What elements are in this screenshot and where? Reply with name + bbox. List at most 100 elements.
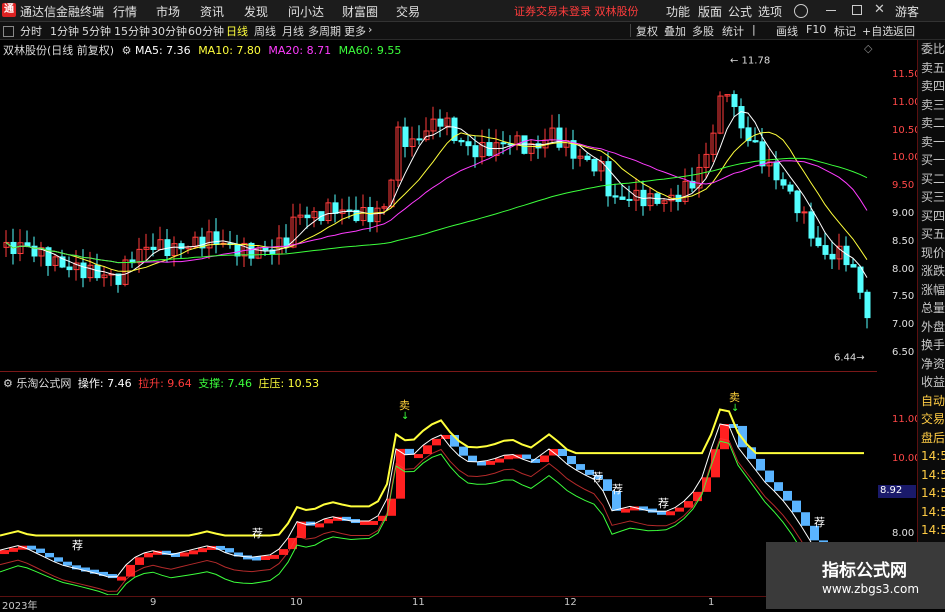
price-tick: 8.00	[892, 263, 915, 275]
side-panel-item[interactable]: 外盘	[918, 318, 945, 337]
indicator-step-block	[432, 438, 441, 446]
candle-body	[521, 135, 528, 154]
side-panel-item[interactable]: 买二	[918, 170, 945, 189]
action-diejia[interactable]: 叠加	[664, 23, 686, 39]
menu-hangqing[interactable]: 行情	[113, 3, 137, 20]
indicator-step-block	[558, 448, 567, 456]
candle-body	[808, 211, 815, 239]
side-panel-item[interactable]: 14:56	[918, 466, 945, 485]
indicator-chart[interactable]: 卖↓卖↓荐荐荐荐荐荐	[0, 389, 877, 595]
period-more[interactable]: 更多	[344, 23, 366, 39]
indicator-step-block	[126, 564, 135, 577]
menu-gongshi[interactable]: 公式	[728, 3, 752, 20]
side-panel-item[interactable]: 卖一	[918, 133, 945, 152]
indicator-step-block	[396, 448, 405, 499]
period-monthly[interactable]: 月线	[282, 23, 304, 39]
menu-xuanxiang[interactable]: 选项	[758, 3, 782, 20]
moving-average-line	[5, 157, 868, 264]
app-logo-icon: 通	[2, 3, 16, 17]
candle-body	[346, 209, 353, 212]
side-panel-item[interactable]: 卖二	[918, 114, 945, 133]
date-label: 1	[708, 597, 715, 608]
side-panel-item[interactable]: 换手	[918, 336, 945, 355]
menu-banmian[interactable]: 版面	[698, 3, 722, 20]
candlestick-chart[interactable]: ← 11.78 6.44→	[0, 40, 877, 370]
side-panel-item[interactable]: 买四	[918, 207, 945, 226]
side-panel-item[interactable]: 委比	[918, 40, 945, 59]
period-multi[interactable]: 多周期	[308, 23, 341, 39]
menu-zixun[interactable]: 资讯	[200, 3, 224, 20]
period-fenshi[interactable]: 分时	[20, 23, 42, 39]
indicator-step-block	[315, 523, 324, 528]
more-chevron-icon[interactable]: ›	[368, 23, 372, 36]
menu-faxian[interactable]: 发现	[244, 3, 268, 20]
indicator-step-block	[567, 456, 576, 465]
app-title: 通达信金融终端	[20, 5, 105, 19]
action-duogu[interactable]: 多股	[692, 23, 714, 39]
period-weekly[interactable]: 周线	[254, 23, 276, 39]
action-add-favorite[interactable]: +自选	[862, 23, 893, 39]
side-panel-item[interactable]: 交易	[918, 410, 945, 429]
period-1min[interactable]: 1分钟	[50, 23, 79, 39]
period-30min[interactable]: 30分钟	[151, 23, 187, 39]
candle-body	[864, 291, 871, 319]
indicator-step-block	[180, 552, 189, 557]
side-panel-item[interactable]: 盘后	[918, 429, 945, 448]
period-daily[interactable]: 日线	[226, 23, 248, 39]
minimize-icon[interactable]	[826, 10, 836, 11]
indicator-step-block	[801, 512, 810, 526]
menu-shichang[interactable]: 市场	[156, 3, 180, 20]
indicator-step-block	[0, 550, 9, 555]
side-panel-item[interactable]: 买三	[918, 188, 945, 207]
period-toolbar: 分时 1分钟 5分钟 15分钟 30分钟 60分钟 日线 周线 月线 多周期 更…	[0, 22, 945, 40]
menu-wenxiaoda[interactable]: 问小达	[288, 3, 324, 20]
restore-icon[interactable]	[852, 5, 862, 15]
action-huaxian[interactable]: 画线	[776, 23, 798, 39]
side-panel-item[interactable]: 收益	[918, 373, 945, 392]
toolbar-square-icon[interactable]	[3, 26, 14, 37]
indicator-step-block	[108, 574, 117, 579]
side-panel-item[interactable]: 卖四	[918, 77, 945, 96]
side-panel-item[interactable]: 14:56	[918, 447, 945, 466]
period-5min[interactable]: 5分钟	[82, 23, 111, 39]
action-back[interactable]: 返回	[893, 23, 915, 39]
indicator-step-block	[621, 508, 630, 513]
candle-body	[178, 243, 185, 250]
side-panel-item[interactable]: 卖五	[918, 59, 945, 78]
user-label[interactable]: 游客	[895, 3, 919, 20]
watermark-url: www.zbgs3.com	[822, 582, 920, 596]
indicator-step-block	[504, 455, 513, 460]
side-panel-item[interactable]: 14:56	[918, 484, 945, 503]
side-panel-item[interactable]: 现价	[918, 244, 945, 263]
close-icon[interactable]: ✕	[874, 2, 885, 17]
menu-gongneng[interactable]: 功能	[666, 3, 690, 20]
side-panel-item[interactable]: 自动	[918, 392, 945, 411]
indicator-step-block	[603, 479, 612, 491]
side-panel-item[interactable]: 买一	[918, 151, 945, 170]
menu-jiaoyi[interactable]: 交易	[396, 3, 420, 20]
period-15min[interactable]: 15分钟	[114, 23, 150, 39]
side-panel-item[interactable]: 涨跌	[918, 262, 945, 281]
side-panel-item[interactable]: 总量	[918, 299, 945, 318]
candle-body	[24, 242, 31, 247]
trade-login-notice[interactable]: 证券交易未登录 双林股份	[514, 3, 639, 19]
recommend-marker: 荐	[72, 539, 83, 552]
indicator-step-block	[414, 454, 423, 459]
candle-body	[472, 145, 479, 158]
period-60min[interactable]: 60分钟	[188, 23, 224, 39]
side-panel-item[interactable]: 卖三	[918, 96, 945, 115]
action-fuquan[interactable]: 复权	[636, 23, 658, 39]
menu-caifuquan[interactable]: 财富圈	[342, 3, 378, 20]
side-panel-item[interactable]: 14:56	[918, 521, 945, 540]
action-f10[interactable]: F10	[806, 23, 826, 36]
side-panel-item[interactable]: 14:56	[918, 503, 945, 522]
side-panel-item[interactable]: 买五	[918, 225, 945, 244]
side-panel-item[interactable]: 涨幅	[918, 281, 945, 300]
user-icon[interactable]	[794, 4, 808, 18]
candle-body	[619, 196, 626, 200]
action-tongji[interactable]: 统计	[722, 23, 744, 39]
resistance-line	[0, 408, 864, 537]
action-biaoji[interactable]: 标记	[834, 23, 856, 39]
indicator-step-block	[495, 458, 504, 463]
side-panel-item[interactable]: 净资	[918, 355, 945, 374]
